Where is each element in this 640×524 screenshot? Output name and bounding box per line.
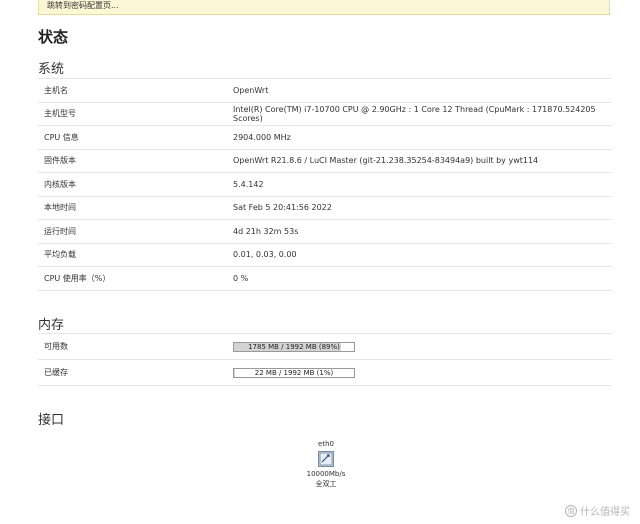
row-key: 内核版本	[44, 179, 76, 189]
memory-table: 可用数 1785 MB / 1992 MB (89%) 已缓存 22 MB / …	[38, 333, 612, 386]
row-value: OpenWrt R21.8.6 / LuCI Master (git-21.23…	[233, 156, 539, 166]
system-table: 主机名 OpenWrt 主机型号 Intel(R) Core(TM) i7-1070…	[38, 78, 612, 291]
watermark-text: 什么值得买	[580, 507, 630, 518]
row-key: 已缓存	[44, 368, 68, 377]
table-row: 主机型号 Intel(R) Core(TM) i7-10700 CPU @ 2.9…	[38, 103, 612, 126]
interface-speed: 10000Mb/s	[306, 470, 346, 478]
row-value: 4d 21h 32m 53s	[233, 226, 299, 236]
page-title: 状态	[38, 28, 69, 46]
row-key: 主机名	[44, 85, 68, 95]
memory-cached-bar: 22 MB / 1992 MB (1%)	[233, 367, 355, 378]
row-value: OpenWrt	[233, 85, 269, 95]
row-key: CPU 使用率（%）	[44, 273, 111, 283]
row-key: 主机型号	[44, 109, 76, 119]
row-key: 平均负载	[44, 250, 76, 260]
table-row: 运行时间 4d 21h 32m 53s	[38, 220, 612, 244]
row-key: 运行时间	[44, 226, 76, 236]
row-key: 可用数	[44, 342, 68, 351]
row-key: CPU 信息	[44, 132, 79, 142]
table-row: 平均负载 0.01, 0.03, 0.00	[38, 244, 612, 267]
row-value: 5.4.142	[233, 179, 264, 189]
system-heading: 系统	[38, 62, 65, 77]
row-value: 0.01, 0.03, 0.00	[233, 250, 297, 260]
row-value: Intel(R) Core(TM) i7-10700 CPU @ 2.90GHz…	[233, 104, 596, 123]
table-row: 固件版本 OpenWrt R21.8.6 / LuCI Master (git-2…	[38, 150, 612, 173]
memory-heading: 内存	[38, 318, 65, 333]
table-row: 已缓存 22 MB / 1992 MB (1%)	[38, 360, 612, 386]
notice-text: 跳转到密码配置页...	[47, 1, 119, 10]
table-row: 内核版本 5.4.142	[38, 173, 612, 197]
interfaces-heading: 接口	[38, 413, 65, 428]
memory-available-bar: 1785 MB / 1992 MB (89%)	[233, 341, 355, 352]
interface-duplex: 全双工	[315, 480, 337, 488]
progress-label: 22 MB / 1992 MB (1%)	[254, 368, 334, 377]
ethernet-port-icon	[318, 451, 334, 467]
row-value: 2904.000 MHz	[233, 132, 291, 142]
table-row: 可用数 1785 MB / 1992 MB (89%)	[38, 334, 612, 360]
row-value: 1785 MB / 1992 MB (89%)	[233, 341, 612, 352]
row-key: 固件版本	[44, 156, 76, 166]
smzdm-logo-icon: 值	[565, 504, 577, 517]
password-notice-banner[interactable]: 跳转到密码配置页...	[38, 0, 610, 15]
interface-eth0[interactable]: eth0 10000Mb/s 全双工	[296, 439, 356, 489]
table-row: CPU 使用率（%） 0 %	[38, 267, 612, 291]
row-value: Sat Feb 5 20:41:56 2022	[233, 203, 332, 213]
row-value: 22 MB / 1992 MB (1%)	[233, 367, 612, 378]
progress-label: 1785 MB / 1992 MB (89%)	[248, 342, 340, 351]
interface-name: eth0	[318, 440, 334, 448]
row-value: 0 %	[233, 273, 249, 283]
table-row: 主机名 OpenWrt	[38, 79, 612, 103]
watermark: 值 什么值得买	[565, 503, 630, 518]
table-row: 本地时间 Sat Feb 5 20:41:56 2022	[38, 197, 612, 220]
row-key: 本地时间	[44, 203, 76, 213]
table-row: CPU 信息 2904.000 MHz	[38, 126, 612, 150]
